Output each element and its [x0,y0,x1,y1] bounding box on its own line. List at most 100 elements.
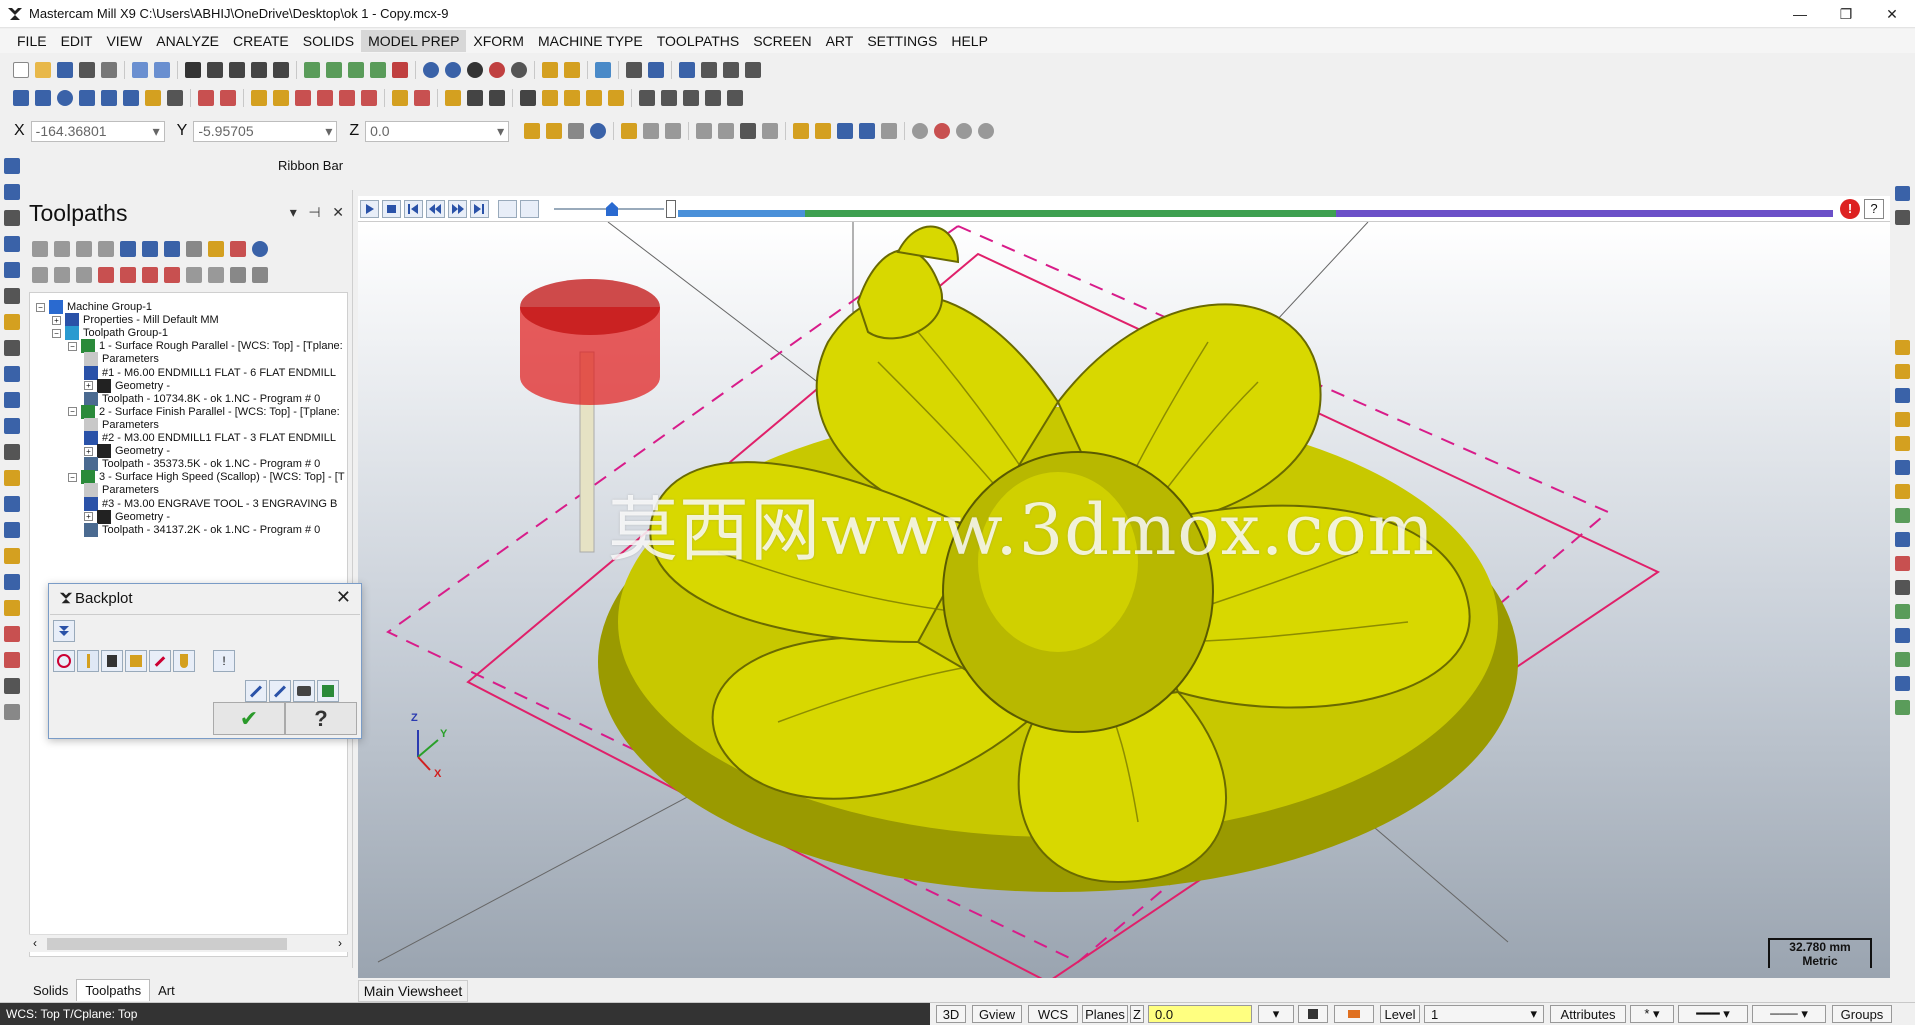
position-thumb[interactable] [666,200,676,218]
mru-11-icon[interactable] [1895,580,1910,595]
pocket-icon[interactable] [4,288,20,304]
surface-icon[interactable] [542,90,558,106]
panel-help-icon[interactable] [252,241,268,257]
graphics-viewport[interactable]: Z Y X [358,222,1890,978]
layout-icon[interactable] [723,62,739,78]
rectangle-icon[interactable] [79,90,95,106]
analyze-icon[interactable] [595,62,611,78]
point-icon[interactable] [13,90,29,106]
collapse-icon[interactable] [252,267,268,283]
wireframe-icon[interactable] [423,62,439,78]
tree-node[interactable]: Toolpath - 34137.2K - ok 1.NC - Program … [84,522,320,538]
status-attributes-button[interactable]: Attributes [1550,1005,1626,1023]
mru-2-icon[interactable] [1895,364,1910,379]
mru-9-icon[interactable] [1895,532,1910,547]
contour-icon[interactable] [4,236,20,252]
help-icon[interactable]: ? [1864,199,1884,219]
skip-end-icon[interactable] [470,200,489,218]
save-icon[interactable] [57,62,73,78]
menu-help[interactable]: HELP [944,30,995,52]
cursor-icon[interactable] [740,123,757,139]
menu-xform[interactable]: XFORM [466,30,531,52]
autocursor-icon[interactable] [546,123,563,139]
surface-finish-icon[interactable] [4,392,20,408]
backplot-progress[interactable] [678,210,1833,217]
line-width-icon[interactable] [564,62,580,78]
line-style-icon[interactable] [542,62,558,78]
lock-icon[interactable] [32,267,48,283]
insert-arrow-icon[interactable] [142,267,158,283]
menu-screen[interactable]: SCREEN [746,30,818,52]
zoom-in-icon[interactable] [229,62,245,78]
trim-icon[interactable] [167,90,183,106]
collapse-icon[interactable] [53,620,75,642]
show-all-icon[interactable] [208,267,224,283]
shading-mode-icon[interactable] [467,62,483,78]
nc-editor-icon[interactable] [4,704,20,720]
ok-icon[interactable] [956,123,973,139]
expand-toggle[interactable]: − [68,407,77,417]
tab-toolpaths[interactable]: Toolpaths [76,979,151,1001]
mirror-icon[interactable] [295,90,311,106]
ok-button[interactable]: ✔ [213,702,285,735]
mru-6-icon[interactable] [1895,460,1910,475]
fast-point-icon[interactable] [524,123,541,139]
menu-machine-type[interactable]: MACHINE TYPE [531,30,650,52]
line-style-icon[interactable]: ━━━ ▾ [1678,1005,1748,1023]
expand-toggle[interactable]: + [84,381,93,391]
menu-create[interactable]: CREATE [226,30,296,52]
mru-14-icon[interactable] [1895,652,1910,667]
play-icon[interactable] [360,200,379,218]
stock-model-icon[interactable] [4,548,20,564]
regen-icon[interactable] [4,184,20,200]
surface-rough-icon[interactable] [4,366,20,382]
post-icon[interactable] [4,600,20,616]
solid-select-icon[interactable] [762,123,779,139]
zoom-window-icon[interactable] [207,62,223,78]
point-style-icon[interactable]: * ▾ [1630,1005,1674,1023]
hatch-icon[interactable] [414,90,430,106]
loop-select-icon[interactable] [859,123,876,139]
close-icon[interactable]: ✕ [332,204,344,220]
drill-icon[interactable] [4,262,20,278]
stop-icon[interactable] [382,200,401,218]
solid-fillet-icon[interactable] [639,90,655,106]
expand-toggle[interactable]: + [52,315,61,325]
line-icon[interactable] [35,90,51,106]
solid-icon[interactable] [564,90,580,106]
vertical-dim-icon[interactable] [489,90,505,106]
chevron-down-icon[interactable]: ▾ [290,204,297,220]
settings-icon[interactable] [912,123,929,139]
peel-mill-icon[interactable] [4,470,20,486]
redo-icon[interactable] [154,62,170,78]
mru-12-icon[interactable] [1895,604,1910,619]
solid-color-icon[interactable] [1334,1005,1374,1023]
solid-trim-icon[interactable] [727,90,743,106]
expand-toggle[interactable]: + [84,512,93,522]
save-icon[interactable] [1895,186,1910,201]
menu-solids[interactable]: SOLIDS [296,30,361,52]
right-view-icon[interactable] [348,62,364,78]
minimize-icon[interactable]: — [1777,0,1823,28]
mru-8-icon[interactable] [1895,508,1910,523]
tab-main-viewsheet[interactable]: Main Viewsheet [358,980,468,1002]
offset-icon[interactable] [339,90,355,106]
x-coord-input[interactable]: -164.36801 ▾ [30,120,165,142]
rotate-icon[interactable] [273,90,289,106]
menu-edit[interactable]: EDIT [54,30,100,52]
simulate-ops-icon[interactable] [164,241,180,257]
scroll-to-icon[interactable] [164,267,180,283]
menu-model-prep[interactable]: MODEL PREP [361,30,467,52]
move-down-icon[interactable] [98,267,114,283]
toolpath-manager-icon[interactable] [4,158,20,174]
warning-icon[interactable]: ! [1840,199,1860,219]
expand-toggle[interactable]: − [68,341,77,351]
config-icon[interactable] [648,62,664,78]
mru-16-icon[interactable] [1895,700,1910,715]
scale-icon[interactable] [317,90,333,106]
revolve-icon[interactable] [608,90,624,106]
open-file-icon[interactable] [35,62,51,78]
grid-icon[interactable] [745,62,761,78]
window-select-icon[interactable] [696,123,713,139]
status-3d-button[interactable]: 3D [936,1005,966,1023]
